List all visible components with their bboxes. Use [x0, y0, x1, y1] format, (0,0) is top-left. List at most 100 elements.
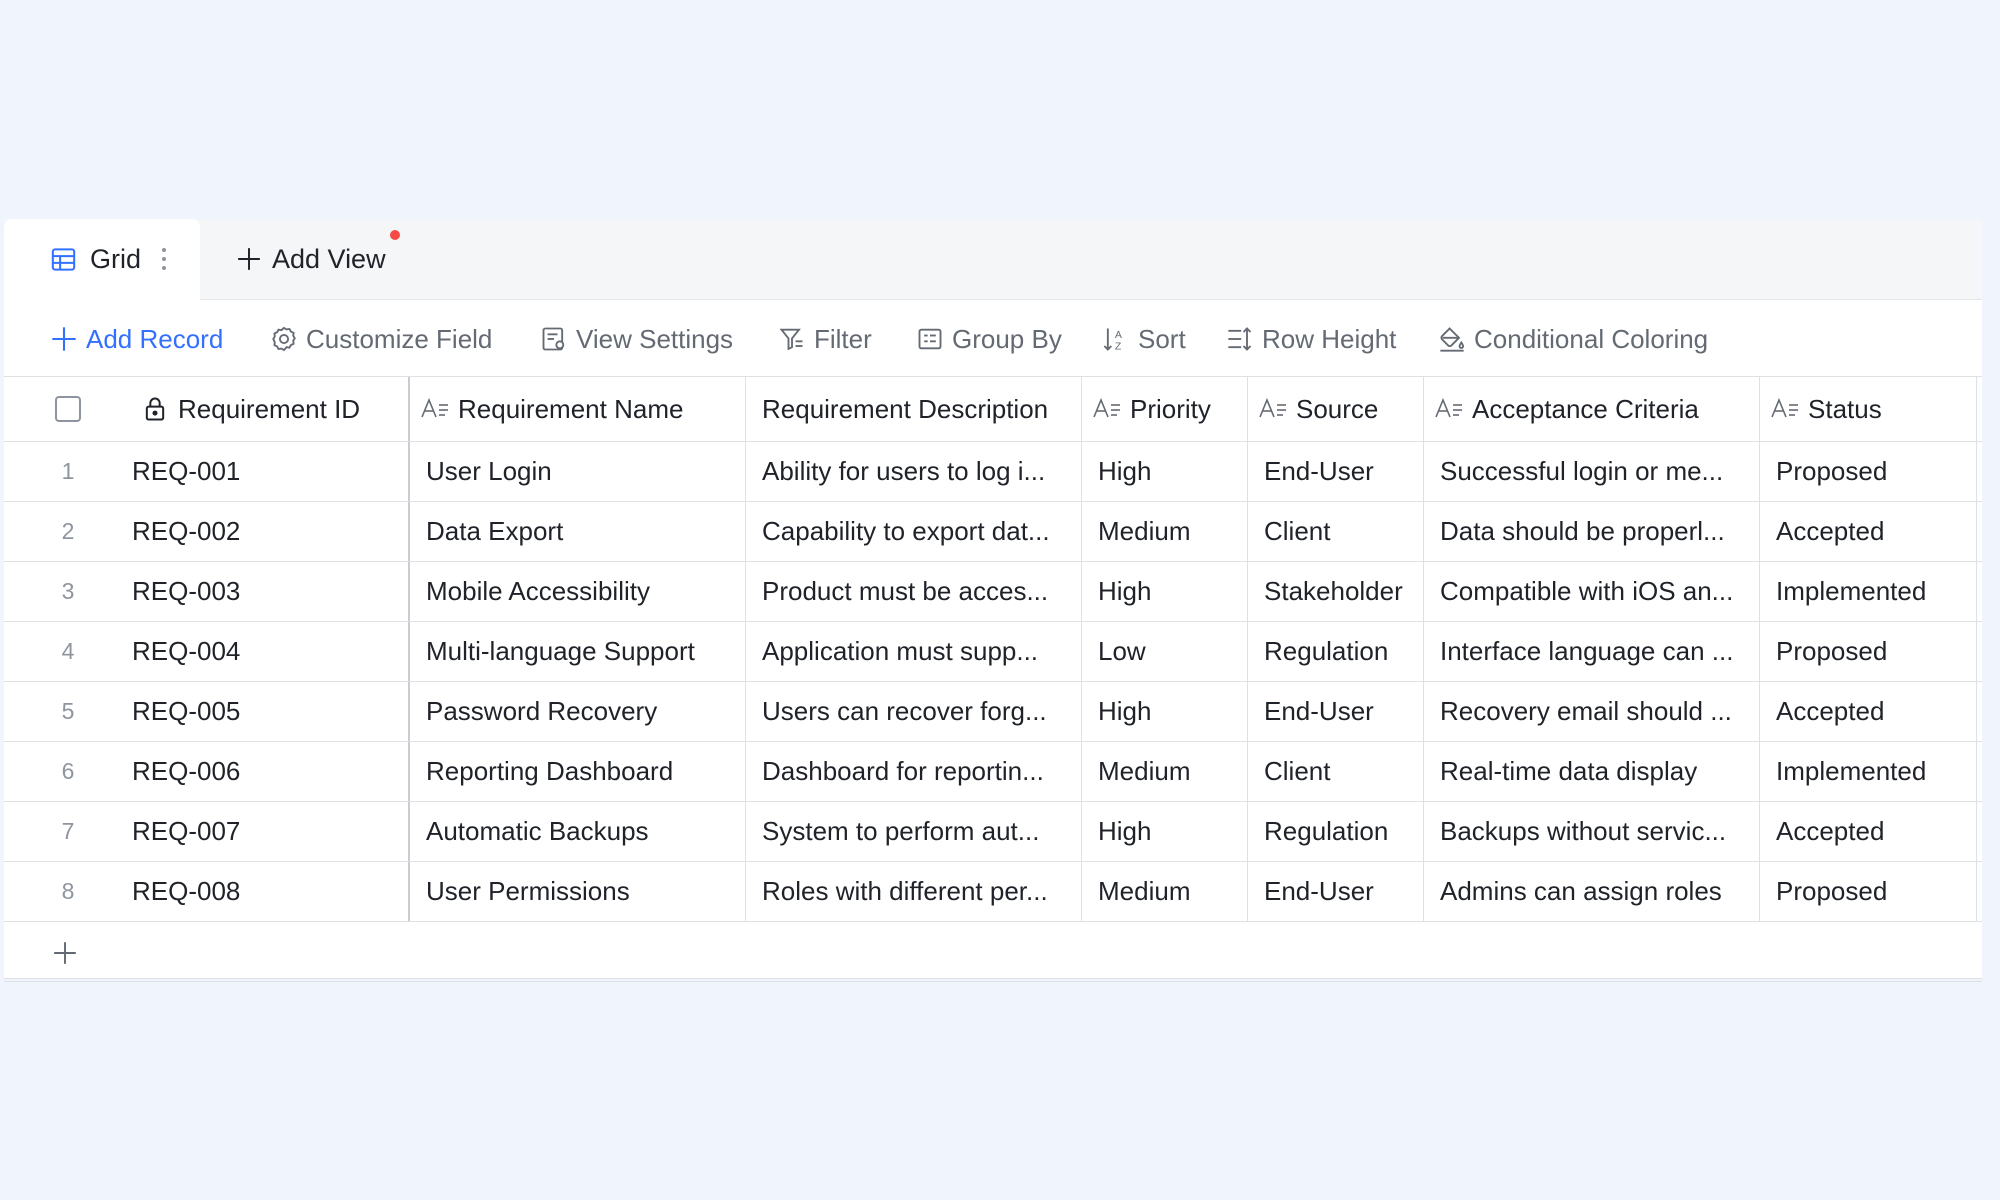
group-by-button[interactable]: Group By: [916, 319, 1062, 359]
column-header-status[interactable]: Status: [1759, 377, 1976, 441]
table-row[interactable]: 4 REQ-004 Multi-language Support Applicatio…: [4, 622, 1982, 682]
add-record-button[interactable]: Add Record: [50, 319, 223, 359]
row-number: 1: [61, 458, 75, 484]
more-options-icon[interactable]: [161, 245, 167, 273]
add-row[interactable]: [4, 922, 1982, 982]
cell-source[interactable]: Client: [1247, 502, 1423, 561]
cell-status[interactable]: Accepted: [1759, 802, 1976, 861]
cell-requirement-description[interactable]: System to perform aut...: [745, 802, 1081, 861]
cell-requirement-name[interactable]: Reporting Dashboard: [408, 742, 745, 801]
cell-status[interactable]: Accepted: [1759, 682, 1976, 741]
customize-field-label: Customize Field: [306, 323, 493, 354]
column-header-requirement-id[interactable]: Requirement ID: [124, 377, 408, 441]
cell-requirement-name[interactable]: User Login: [408, 442, 745, 501]
cell-requirement-description[interactable]: Product must be acces...: [745, 562, 1081, 621]
cell-priority[interactable]: Medium: [1081, 862, 1247, 921]
cell-source[interactable]: End-User: [1247, 862, 1423, 921]
cell-requirement-id[interactable]: REQ-002: [124, 502, 408, 561]
cell-source[interactable]: End-User: [1247, 682, 1423, 741]
cell-source[interactable]: Stakeholder: [1247, 562, 1423, 621]
cell-acceptance-criteria[interactable]: Data should be properl...: [1423, 502, 1759, 561]
notification-dot: [390, 230, 400, 240]
cell-priority[interactable]: Medium: [1081, 742, 1247, 801]
cell-status[interactable]: Implemented: [1759, 742, 1976, 801]
cell-requirement-id[interactable]: REQ-007: [124, 802, 408, 861]
sort-icon: A Z: [1103, 328, 1122, 353]
table-row[interactable]: 6 REQ-006 Reporting Dashboard Dashboard for…: [4, 742, 1982, 802]
table-row[interactable]: 7 REQ-007 Automatic Backups System to perfo…: [4, 802, 1982, 862]
cell-requirement-description[interactable]: Roles with different per...: [745, 862, 1081, 921]
cell-priority[interactable]: High: [1081, 802, 1247, 861]
plus-icon[interactable]: [52, 940, 78, 966]
view-settings-button[interactable]: View Settings: [540, 319, 733, 359]
column-header-requirement-description[interactable]: Requirement Description: [745, 377, 1081, 441]
table-row[interactable]: 5 REQ-005 Password Recovery Users can recov…: [4, 682, 1982, 742]
cell-acceptance-criteria[interactable]: Recovery email should ...: [1423, 682, 1759, 741]
cell-acceptance-criteria[interactable]: Real-time data display: [1423, 742, 1759, 801]
conditional-coloring-button[interactable]: Conditional Coloring: [1438, 319, 1708, 359]
select-all-checkbox[interactable]: [55, 396, 81, 422]
cell-requirement-name[interactable]: Data Export: [408, 502, 745, 561]
table-row[interactable]: 8 REQ-008 User Permissions Roles with diffe…: [4, 862, 1982, 922]
cell-acceptance-criteria[interactable]: Successful login or me...: [1423, 442, 1759, 501]
column-divider: [1976, 502, 1977, 561]
cell-status[interactable]: Proposed: [1759, 862, 1976, 921]
cell-requirement-name[interactable]: Automatic Backups: [408, 802, 745, 861]
cell-status[interactable]: Proposed: [1759, 442, 1976, 501]
customize-field-button[interactable]: Customize Field: [270, 319, 492, 359]
tab-grid[interactable]: Grid: [4, 219, 200, 301]
cell-requirement-description[interactable]: Application must supp...: [745, 622, 1081, 681]
row-height-button[interactable]: Row Height: [1226, 319, 1396, 359]
cell-acceptance-criteria[interactable]: Compatible with iOS an...: [1423, 562, 1759, 621]
table-row[interactable]: 1 REQ-001 User Login Ability for users to l…: [4, 442, 1982, 502]
cell-requirement-id[interactable]: REQ-003: [124, 562, 408, 621]
table-row[interactable]: 3 REQ-003 Mobile Accessibility Product must…: [4, 562, 1982, 622]
cell-requirement-description[interactable]: Users can recover forg...: [745, 682, 1081, 741]
column-divider: [1976, 562, 1977, 621]
cell-requirement-id[interactable]: REQ-006: [124, 742, 408, 801]
column-header-source[interactable]: Source: [1247, 377, 1423, 441]
sort-label: Sort: [1138, 323, 1186, 354]
cell-priority[interactable]: High: [1081, 682, 1247, 741]
cell-priority[interactable]: Low: [1081, 622, 1247, 681]
cell-source[interactable]: Client: [1247, 742, 1423, 801]
text-field-icon: [421, 397, 448, 418]
cell-requirement-id[interactable]: REQ-008: [124, 862, 408, 921]
cell-acceptance-criteria[interactable]: Backups without servic...: [1423, 802, 1759, 861]
column-header-label: Requirement ID: [178, 393, 361, 424]
cell-requirement-id[interactable]: REQ-001: [124, 442, 408, 501]
cell-source[interactable]: Regulation: [1247, 802, 1423, 861]
column-header-label: Requirement Description: [762, 393, 1049, 424]
cell-status[interactable]: Proposed: [1759, 622, 1976, 681]
cell-priority[interactable]: High: [1081, 442, 1247, 501]
cell-requirement-description[interactable]: Capability to export dat...: [745, 502, 1081, 561]
row-number: 7: [61, 818, 75, 844]
cell-source[interactable]: End-User: [1247, 442, 1423, 501]
cell-requirement-id[interactable]: REQ-004: [124, 622, 408, 681]
cell-requirement-description[interactable]: Dashboard for reportin...: [745, 742, 1081, 801]
toolbar: Add Record Customize Field View Settings…: [4, 301, 1982, 376]
cell-source[interactable]: Regulation: [1247, 622, 1423, 681]
table-row[interactable]: 2 REQ-002 Data Export Capability to export …: [4, 502, 1982, 562]
column-header-requirement-name[interactable]: Requirement Name: [408, 377, 745, 441]
cell-status[interactable]: Implemented: [1759, 562, 1976, 621]
filter-button[interactable]: Filter: [778, 319, 872, 359]
cell-priority[interactable]: Medium: [1081, 502, 1247, 561]
column-header-label: Status: [1808, 393, 1882, 424]
column-header-priority[interactable]: Priority: [1081, 377, 1247, 441]
cell-requirement-id[interactable]: REQ-005: [124, 682, 408, 741]
cell-acceptance-criteria[interactable]: Admins can assign roles: [1423, 862, 1759, 921]
cell-requirement-name[interactable]: User Permissions: [408, 862, 745, 921]
cell-priority[interactable]: High: [1081, 562, 1247, 621]
cell-requirement-description[interactable]: Ability for users to log i...: [745, 442, 1081, 501]
column-header-acceptance-criteria[interactable]: Acceptance Criteria: [1423, 377, 1759, 441]
lock-icon: [145, 397, 165, 421]
cell-requirement-name[interactable]: Multi-language Support: [408, 622, 745, 681]
cell-requirement-name[interactable]: Mobile Accessibility: [408, 562, 745, 621]
add-view-button[interactable]: Add View: [236, 239, 386, 279]
cell-acceptance-criteria[interactable]: Interface language can ...: [1423, 622, 1759, 681]
cell-status[interactable]: Accepted: [1759, 502, 1976, 561]
cell-requirement-name[interactable]: Password Recovery: [408, 682, 745, 741]
sort-button[interactable]: A Z Sort: [1102, 319, 1186, 359]
column-divider: [1976, 862, 1977, 921]
